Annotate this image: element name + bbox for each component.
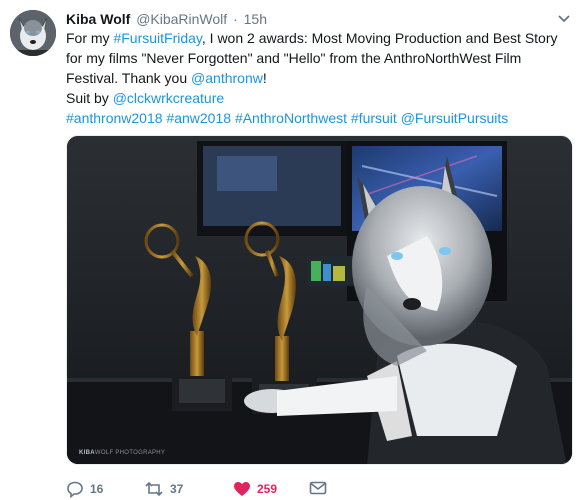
tweet-photo[interactable]: KIBAWOLF PHOTOGRAPHY [66, 135, 573, 465]
direct-message-button[interactable] [309, 480, 327, 496]
reply-count: 16 [90, 482, 104, 496]
tweet-text: For my #FursuitFriday, I won 2 awards: M… [66, 28, 566, 128]
timestamp[interactable]: 15h [244, 11, 267, 27]
text-segment: ! [262, 70, 267, 86]
retweet-count: 37 [170, 482, 184, 496]
reply-icon [67, 481, 83, 498]
tweet-header: Kiba Wolf @KibaRinWolf · 15h [66, 9, 267, 29]
tweet-text-line-1: For my #FursuitFriday, I won 2 awards: M… [66, 28, 566, 48]
chevron-down-icon[interactable] [557, 11, 571, 23]
user-handle[interactable]: @KibaRinWolf [136, 11, 227, 27]
retweet-icon [145, 481, 163, 497]
mention-link[interactable]: @clckwrkcreature [113, 90, 224, 106]
hashtag-link[interactable]: #FursuitFriday [113, 30, 201, 46]
text-segment: Festival. Thank you [66, 70, 192, 86]
heart-icon [234, 482, 250, 496]
tweet-text-line-4: Suit by @clckwrkcreature [66, 88, 566, 108]
like-count: 259 [257, 482, 278, 496]
hashtag-link[interactable]: #fursuit [351, 110, 397, 126]
watermark-bold: KIBA [79, 450, 95, 456]
mail-icon [309, 481, 327, 495]
hashtag-link[interactable]: #AnthroNorthwest [235, 110, 347, 126]
text-segment: , I won 2 awards: Most Moving Production… [201, 30, 558, 46]
display-name[interactable]: Kiba Wolf [66, 11, 130, 27]
hashtag-line: #anthronw2018 #anw2018 #AnthroNorthwest … [66, 108, 566, 128]
tweet-text-line-3: Festival. Thank you @anthronw! [66, 68, 566, 88]
avatar[interactable] [10, 10, 56, 56]
hashtag-link[interactable]: #anthronw2018 [66, 110, 163, 126]
retweet-button[interactable]: 37 [144, 480, 183, 498]
like-button[interactable]: 259 [233, 480, 277, 498]
hashtag-link[interactable]: #anw2018 [166, 110, 231, 126]
reply-button[interactable]: 16 [66, 480, 103, 498]
mention-link[interactable]: @FursuitPursuits [401, 110, 509, 126]
watermark-rest: WOLF PHOTOGRAPHY [94, 450, 166, 456]
tweet-text-line-2: for my films "Never Forgotten" and "Hell… [66, 50, 522, 66]
separator-dot: · [233, 11, 238, 27]
mention-link[interactable]: @anthronw [191, 70, 263, 86]
tweet: Kiba Wolf @KibaRinWolf · 15h For my #Fur… [0, 0, 581, 500]
photo-watermark: KIBAWOLF PHOTOGRAPHY [79, 450, 165, 456]
text-segment: For my [66, 30, 114, 46]
text-segment: Suit by [66, 90, 113, 106]
